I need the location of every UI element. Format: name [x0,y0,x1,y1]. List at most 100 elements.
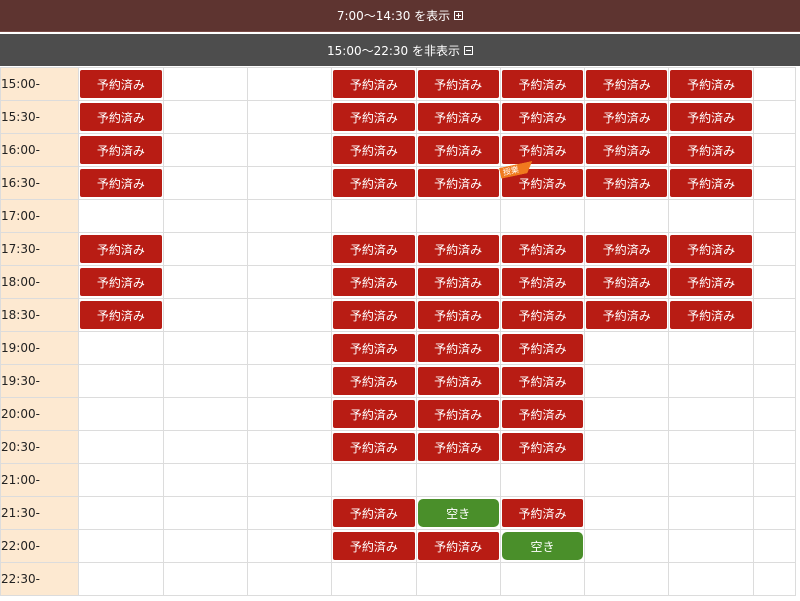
slot-cell: 予約済み [415,67,501,101]
booked-slot: 予約済み [80,70,162,98]
slot-cell [584,496,670,530]
schedule-row: 18:00- 予約済み 予約済み 予約済み 予約済み 予約済み 予約済み [0,265,797,299]
slot-cell: 予約済み [499,232,586,266]
slot-cell: 予約済み [331,397,417,431]
slot-cell: 予約済み [78,232,164,266]
booked-slot: 予約済み [417,169,499,197]
slot-cell: 予約済み [499,265,586,299]
open-slot-button[interactable]: 空き [501,532,584,560]
slot-cell: 予約済み [331,100,417,134]
time-label: 20:00- [0,397,80,431]
open-slot-button[interactable]: 空き [417,499,499,527]
slot-cell [162,100,248,134]
show-morning-toggle[interactable]: 7:00〜14:30 を表示 [0,0,800,32]
slot-cell [78,496,164,530]
slot-cell: 予約済み [415,100,501,134]
booked-slot: 予約済み [333,268,415,296]
slot-cell: 予約済み [584,265,670,299]
slot-cell [668,529,754,563]
slot-cell: 予約済み [668,232,754,266]
booked-slot: 予約済み [333,334,415,362]
time-label: 21:30- [0,496,80,530]
time-label: 16:30- [0,166,80,200]
slot-cell [78,199,164,233]
booked-slot: 予約済み [80,268,162,296]
slot-cell [246,529,333,563]
slot-cell: 予約済み [584,100,670,134]
slot-cell [499,463,586,497]
slot-cell: 予約済み [415,364,501,398]
time-label: 22:30- [0,562,80,596]
schedule-row: 16:30- 予約済み 予約済み 予約済み 予約済み 授業 予約済み 予約済み [0,166,797,200]
slot-cell: 予約済み [331,529,417,563]
booked-slot: 予約済み [333,301,415,329]
slot-cell: 予約済み [499,331,586,365]
booked-slot: 予約済み [586,70,668,98]
slot-cell [752,364,797,398]
slot-cell [162,463,248,497]
slot-cell [78,331,164,365]
slot-cell: 予約済み [331,67,417,101]
booked-slot: 予約済み [417,367,499,395]
slot-cell [584,397,670,431]
hide-evening-toggle[interactable]: 15:00〜22:30 を非表示 [0,34,800,66]
booked-slot: 予約済み [670,169,752,197]
slot-cell: 予約済み [78,265,164,299]
slot-cell: 予約済み [78,100,164,134]
slot-cell [752,100,797,134]
slot-cell: 予約済み [415,529,501,563]
slot-cell: 予約済み [499,298,586,332]
slot-cell: 予約済み [331,298,417,332]
slot-cell [668,430,754,464]
slot-cell [246,199,333,233]
slot-cell: 予約済み [331,331,417,365]
schedule-row: 19:30- 予約済み 予約済み 予約済み [0,364,797,398]
booked-slot: 予約済み [501,433,584,461]
booked-slot: 予約済み [333,532,415,560]
slot-cell [668,364,754,398]
slot-cell [78,397,164,431]
booked-slot: 予約済み [417,400,499,428]
booked-slot: 予約済み [417,532,499,560]
slot-cell [331,463,417,497]
time-label: 16:00- [0,133,80,167]
slot-cell: 予約済み [415,331,501,365]
schedule-row: 18:30- 予約済み 予約済み 予約済み 予約済み 予約済み 予約済み [0,298,797,332]
booked-slot: 予約済み [586,301,668,329]
slot-cell [246,463,333,497]
slot-cell: 予約済み [78,166,164,200]
slot-cell [752,133,797,167]
slot-cell [668,397,754,431]
slot-cell [668,496,754,530]
slot-cell [499,199,586,233]
time-label: 17:00- [0,199,80,233]
slot-cell [415,562,501,596]
time-label: 15:30- [0,100,80,134]
booked-slot: 予約済み [501,268,584,296]
schedule-row: 17:00- [0,199,797,233]
slot-cell [752,232,797,266]
slot-cell [752,529,797,563]
slot-cell [752,397,797,431]
slot-cell [752,298,797,332]
slot-cell [162,133,248,167]
slot-cell [752,265,797,299]
slot-cell [246,100,333,134]
show-morning-label: 7:00〜14:30 を表示 [336,9,451,23]
slot-cell: 予約済み [668,133,754,167]
slot-cell [584,562,670,596]
slot-cell [162,67,248,101]
slot-cell [162,562,248,596]
booked-slot: 予約済み [417,70,499,98]
slot-cell: 予約済み [499,133,586,167]
slot-cell [246,133,333,167]
slot-cell: 予約済み [499,496,586,530]
slot-cell: 予約済み [415,298,501,332]
slot-cell [162,364,248,398]
slot-cell: 予約済み [331,364,417,398]
slot-cell [78,430,164,464]
slot-cell: 予約済み [415,232,501,266]
booked-slot: 予約済み [501,103,584,131]
slot-cell [246,166,333,200]
time-label: 18:00- [0,265,80,299]
